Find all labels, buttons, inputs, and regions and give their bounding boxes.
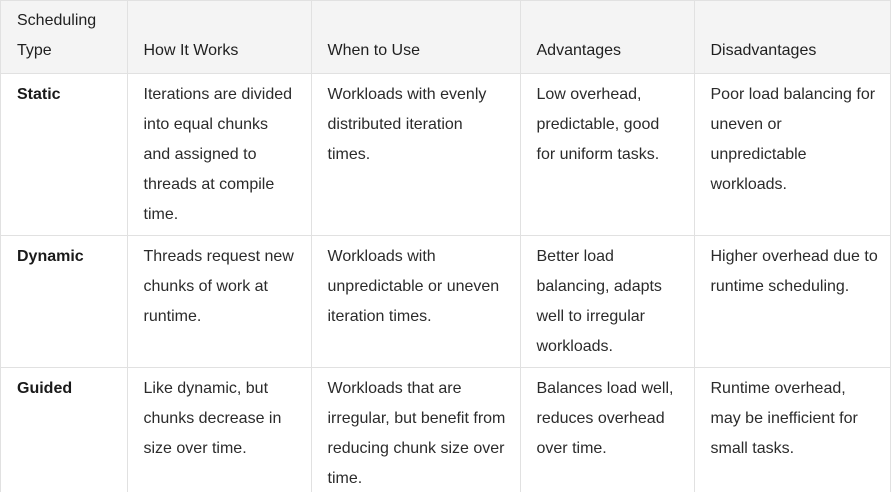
table-row: Dynamic Threads request new chunks of wo…: [1, 235, 890, 368]
header-row: Scheduling Type How It Works When to Use…: [1, 1, 890, 74]
table-header: Scheduling Type How It Works When to Use…: [1, 1, 890, 74]
header-how-it-works: How It Works: [127, 1, 312, 74]
cell-type: Guided: [1, 367, 128, 492]
cell-advantages: Balances load well, reduces overhead ove…: [520, 367, 695, 492]
cell-type: Dynamic: [1, 235, 128, 368]
cell-advantages: Low overhead, predictable, good for unif…: [520, 73, 695, 236]
table-row: Guided Like dynamic, but chunks decrease…: [1, 367, 890, 492]
header-disadvantages: Disadvantages: [694, 1, 890, 74]
cell-type: Static: [1, 73, 128, 236]
cell-how-it-works: Threads request new chunks of work at ru…: [127, 235, 312, 368]
table-body: Static Iterations are divided into equal…: [1, 73, 890, 492]
cell-when-to-use: Workloads with evenly distributed iterat…: [311, 73, 521, 236]
cell-disadvantages: Runtime overhead, may be inefficient for…: [710, 380, 858, 457]
cell-when-to-use: Workloads with unpredictable or uneven i…: [311, 235, 521, 368]
header-advantages: Advantages: [520, 1, 695, 74]
cell-how-it-works: Like dynamic, but chunks decrease in siz…: [127, 367, 312, 492]
cell-disadvantages: Higher overhead due to runtime schedulin…: [694, 235, 890, 368]
cell-disadvantages: Poor load balancing for uneven or unpred…: [694, 73, 890, 236]
cell-when-to-use: Workloads that are irregular, but benefi…: [311, 367, 521, 492]
header-when-to-use: When to Use: [311, 1, 521, 74]
scheduling-comparison-table: Scheduling Type How It Works When to Use…: [1, 1, 890, 492]
cell-how-it-works: Iterations are divided into equal chunks…: [127, 73, 312, 236]
header-scheduling-type: Scheduling Type: [1, 1, 128, 74]
cell-advantages: Better load balancing, adapts well to ir…: [520, 235, 695, 368]
comparison-table-container: Scheduling Type How It Works When to Use…: [0, 0, 891, 492]
table-row: Static Iterations are divided into equal…: [1, 73, 890, 236]
